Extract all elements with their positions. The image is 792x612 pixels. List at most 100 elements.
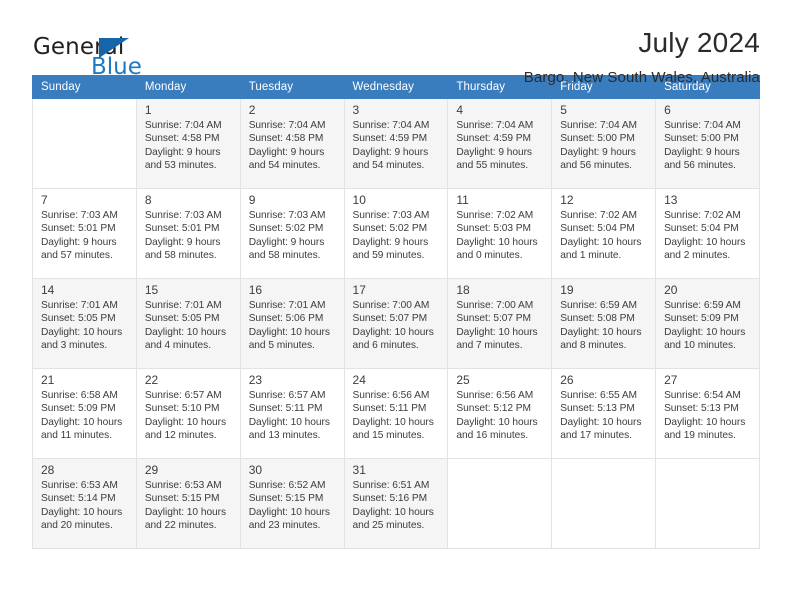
daylight-text-line2: and 54 minutes. xyxy=(352,160,425,172)
sunset-text: Sunset: 5:15 PM xyxy=(144,493,220,505)
calendar-day-cell[interactable]: 25 Sunrise: 6:56 AM Sunset: 5:12 PM Dayligh… xyxy=(447,368,553,459)
calendar-week-row: 14 Sunrise: 7:01 AM Sunset: 5:05 PM Dayligh… xyxy=(32,278,760,369)
day-details: Sunrise: 7:04 AM Sunset: 5:00 PM Daylight:… xyxy=(552,119,655,173)
calendar-day-cell[interactable]: 1 Sunrise: 7:04 AM Sunset: 4:58 PM Daylight… xyxy=(135,98,241,189)
sunrise-text: Sunrise: 6:51 AM xyxy=(352,480,430,491)
sunrise-text: Sunrise: 7:04 AM xyxy=(248,120,326,131)
calendar-day-cell[interactable]: 20 Sunrise: 6:59 AM Sunset: 5:09 PM Dayligh… xyxy=(655,278,760,369)
day-details: Sunrise: 7:03 AM Sunset: 5:01 PM Daylight:… xyxy=(137,209,240,263)
day-details: Sunrise: 6:59 AM Sunset: 5:08 PM Daylight:… xyxy=(552,299,655,353)
sunrise-text: Sunrise: 7:03 AM xyxy=(248,210,326,221)
calendar-day-cell[interactable]: 2 Sunrise: 7:04 AM Sunset: 4:58 PM Daylight… xyxy=(239,98,345,189)
calendar-day-cell[interactable]: 8 Sunrise: 7:03 AM Sunset: 5:01 PM Daylight… xyxy=(135,188,241,279)
calendar-day-cell[interactable]: 30 Sunrise: 6:52 AM Sunset: 5:15 PM Dayligh… xyxy=(239,458,345,549)
calendar-day-cell[interactable]: 14 Sunrise: 7:01 AM Sunset: 5:05 PM Dayligh… xyxy=(32,278,137,369)
daylight-text-line1: Daylight: 10 hours xyxy=(352,416,434,428)
calendar-day-cell[interactable]: 23 Sunrise: 6:57 AM Sunset: 5:11 PM Dayligh… xyxy=(239,368,345,459)
calendar-day-cell[interactable]: 31 Sunrise: 6:51 AM Sunset: 5:16 PM Dayligh… xyxy=(343,458,449,549)
day-details: Sunrise: 7:00 AM Sunset: 5:07 PM Daylight:… xyxy=(448,299,551,353)
sunset-text: Sunset: 5:15 PM xyxy=(248,493,324,505)
calendar-cell-empty xyxy=(447,458,553,549)
day-details: Sunrise: 6:55 AM Sunset: 5:13 PM Daylight:… xyxy=(552,389,655,443)
sunset-text: Sunset: 5:11 PM xyxy=(248,403,323,415)
calendar-page: General Blue July 2024 Bargo, New South … xyxy=(0,0,792,612)
daylight-text-line2: and 58 minutes. xyxy=(248,250,321,262)
daylight-text-line2: and 58 minutes. xyxy=(144,250,217,262)
calendar-day-cell[interactable]: 27 Sunrise: 6:54 AM Sunset: 5:13 PM Dayligh… xyxy=(655,368,760,459)
day-number: 10 xyxy=(352,193,366,207)
daylight-text-line2: and 10 minutes. xyxy=(664,340,736,352)
sunset-text: Sunset: 5:04 PM xyxy=(664,223,739,235)
daylight-text-line2: and 25 minutes. xyxy=(352,520,425,532)
day-details: Sunrise: 6:56 AM Sunset: 5:11 PM Daylight:… xyxy=(345,389,448,443)
calendar-day-cell[interactable]: 16 Sunrise: 7:01 AM Sunset: 5:06 PM Dayligh… xyxy=(239,278,345,369)
daylight-text-line1: Daylight: 10 hours xyxy=(352,506,434,518)
daylight-text-line1: Daylight: 9 hours xyxy=(352,236,429,248)
sunset-text: Sunset: 5:13 PM xyxy=(560,403,635,415)
day-number: 23 xyxy=(248,373,263,387)
calendar-day-cell[interactable]: 3 Sunrise: 7:04 AM Sunset: 4:59 PM Daylight… xyxy=(343,98,449,189)
daylight-text-line2: and 17 minutes. xyxy=(560,430,632,442)
daylight-text-line2: and 56 minutes. xyxy=(664,160,736,172)
general-blue-logo: General Blue xyxy=(32,26,212,82)
calendar-day-cell[interactable]: 17 Sunrise: 7:00 AM Sunset: 5:07 PM Dayligh… xyxy=(343,278,449,369)
calendar-day-cell[interactable]: 24 Sunrise: 6:56 AM Sunset: 5:11 PM Dayligh… xyxy=(343,368,449,459)
day-details: Sunrise: 6:53 AM Sunset: 5:15 PM Daylight:… xyxy=(137,479,240,533)
sunset-text: Sunset: 5:12 PM xyxy=(456,403,531,415)
daylight-text-line1: Daylight: 10 hours xyxy=(41,506,123,518)
sunset-text: Sunset: 5:11 PM xyxy=(352,403,427,415)
calendar-day-cell[interactable]: 26 Sunrise: 6:55 AM Sunset: 5:13 PM Dayligh… xyxy=(551,368,657,459)
calendar-day-cell[interactable]: 29 Sunrise: 6:53 AM Sunset: 5:15 PM Dayligh… xyxy=(135,458,241,549)
calendar-day-cell[interactable]: 22 Sunrise: 6:57 AM Sunset: 5:10 PM Dayligh… xyxy=(135,368,241,459)
calendar-day-cell[interactable]: 12 Sunrise: 7:02 AM Sunset: 5:04 PM Dayligh… xyxy=(551,188,657,279)
day-details: Sunrise: 6:57 AM Sunset: 5:11 PM Daylight:… xyxy=(241,389,344,443)
day-details: Sunrise: 6:56 AM Sunset: 5:12 PM Daylight:… xyxy=(448,389,551,443)
daylight-text-line2: and 6 minutes. xyxy=(352,340,419,352)
sunset-text: Sunset: 5:07 PM xyxy=(352,313,428,325)
title-block: July 2024 Bargo, New South Wales, Austra… xyxy=(212,26,760,89)
daylight-text-line1: Daylight: 10 hours xyxy=(41,416,123,428)
calendar-day-cell[interactable]: 19 Sunrise: 6:59 AM Sunset: 5:08 PM Dayligh… xyxy=(551,278,657,369)
daylight-text-line2: and 5 minutes. xyxy=(248,340,315,352)
day-number: 9 xyxy=(248,193,256,207)
daylight-text-line1: Daylight: 9 hours xyxy=(352,146,429,158)
calendar-day-cell[interactable]: 7 Sunrise: 7:03 AM Sunset: 5:01 PM Daylight… xyxy=(32,188,137,279)
calendar-day-cell[interactable]: 6 Sunrise: 7:04 AM Sunset: 5:00 PM Daylight… xyxy=(655,98,760,189)
day-details: Sunrise: 7:02 AM Sunset: 5:04 PM Daylight:… xyxy=(656,209,759,263)
sunset-text: Sunset: 5:02 PM xyxy=(352,223,428,235)
calendar-day-cell[interactable]: 5 Sunrise: 7:04 AM Sunset: 5:00 PM Daylight… xyxy=(551,98,657,189)
sunset-text: Sunset: 5:14 PM xyxy=(41,493,116,505)
day-number: 3 xyxy=(352,103,360,117)
calendar-day-cell[interactable]: 18 Sunrise: 7:00 AM Sunset: 5:07 PM Dayligh… xyxy=(447,278,553,369)
day-number: 30 xyxy=(248,463,263,477)
calendar-day-cell[interactable]: 21 Sunrise: 6:58 AM Sunset: 5:09 PM Dayligh… xyxy=(32,368,137,459)
daylight-text-line2: and 20 minutes. xyxy=(41,520,113,532)
day-details: Sunrise: 6:51 AM Sunset: 5:16 PM Daylight:… xyxy=(345,479,448,533)
sunrise-text: Sunrise: 6:59 AM xyxy=(560,300,637,311)
calendar-day-cell[interactable]: 15 Sunrise: 7:01 AM Sunset: 5:05 PM Dayligh… xyxy=(135,278,241,369)
sunrise-text: Sunrise: 6:55 AM xyxy=(560,390,637,401)
daylight-text-line2: and 16 minutes. xyxy=(456,430,529,442)
sunrise-text: Sunrise: 6:54 AM xyxy=(664,390,741,401)
daylight-text-line1: Daylight: 10 hours xyxy=(664,326,746,338)
sunset-text: Sunset: 5:05 PM xyxy=(41,313,116,325)
day-details: Sunrise: 7:01 AM Sunset: 5:05 PM Daylight:… xyxy=(33,299,136,353)
daylight-text-line1: Daylight: 9 hours xyxy=(248,146,325,158)
calendar-day-cell[interactable]: 28 Sunrise: 6:53 AM Sunset: 5:14 PM Dayligh… xyxy=(32,458,137,549)
sunset-text: Sunset: 5:09 PM xyxy=(664,313,739,325)
calendar-day-cell[interactable]: 11 Sunrise: 7:02 AM Sunset: 5:03 PM Dayligh… xyxy=(447,188,553,279)
day-number: 19 xyxy=(560,283,574,297)
calendar-day-cell[interactable]: 13 Sunrise: 7:02 AM Sunset: 5:04 PM Dayligh… xyxy=(655,188,760,279)
sunset-text: Sunset: 5:01 PM xyxy=(144,223,220,235)
daylight-text-line1: Daylight: 10 hours xyxy=(248,506,330,518)
sunset-text: Sunset: 5:03 PM xyxy=(456,223,531,235)
sunset-text: Sunset: 4:59 PM xyxy=(352,133,428,145)
calendar-day-cell[interactable]: 4 Sunrise: 7:04 AM Sunset: 4:59 PM Daylight… xyxy=(447,98,553,189)
calendar-day-cell[interactable]: 9 Sunrise: 7:03 AM Sunset: 5:02 PM Daylight… xyxy=(239,188,345,279)
day-details: Sunrise: 6:57 AM Sunset: 5:10 PM Daylight:… xyxy=(137,389,240,443)
sunset-text: Sunset: 5:01 PM xyxy=(41,223,116,235)
calendar-day-cell[interactable]: 10 Sunrise: 7:03 AM Sunset: 5:02 PM Dayligh… xyxy=(343,188,449,279)
day-number: 12 xyxy=(560,193,574,207)
sunset-text: Sunset: 5:05 PM xyxy=(144,313,220,325)
sunset-text: Sunset: 5:09 PM xyxy=(41,403,116,415)
